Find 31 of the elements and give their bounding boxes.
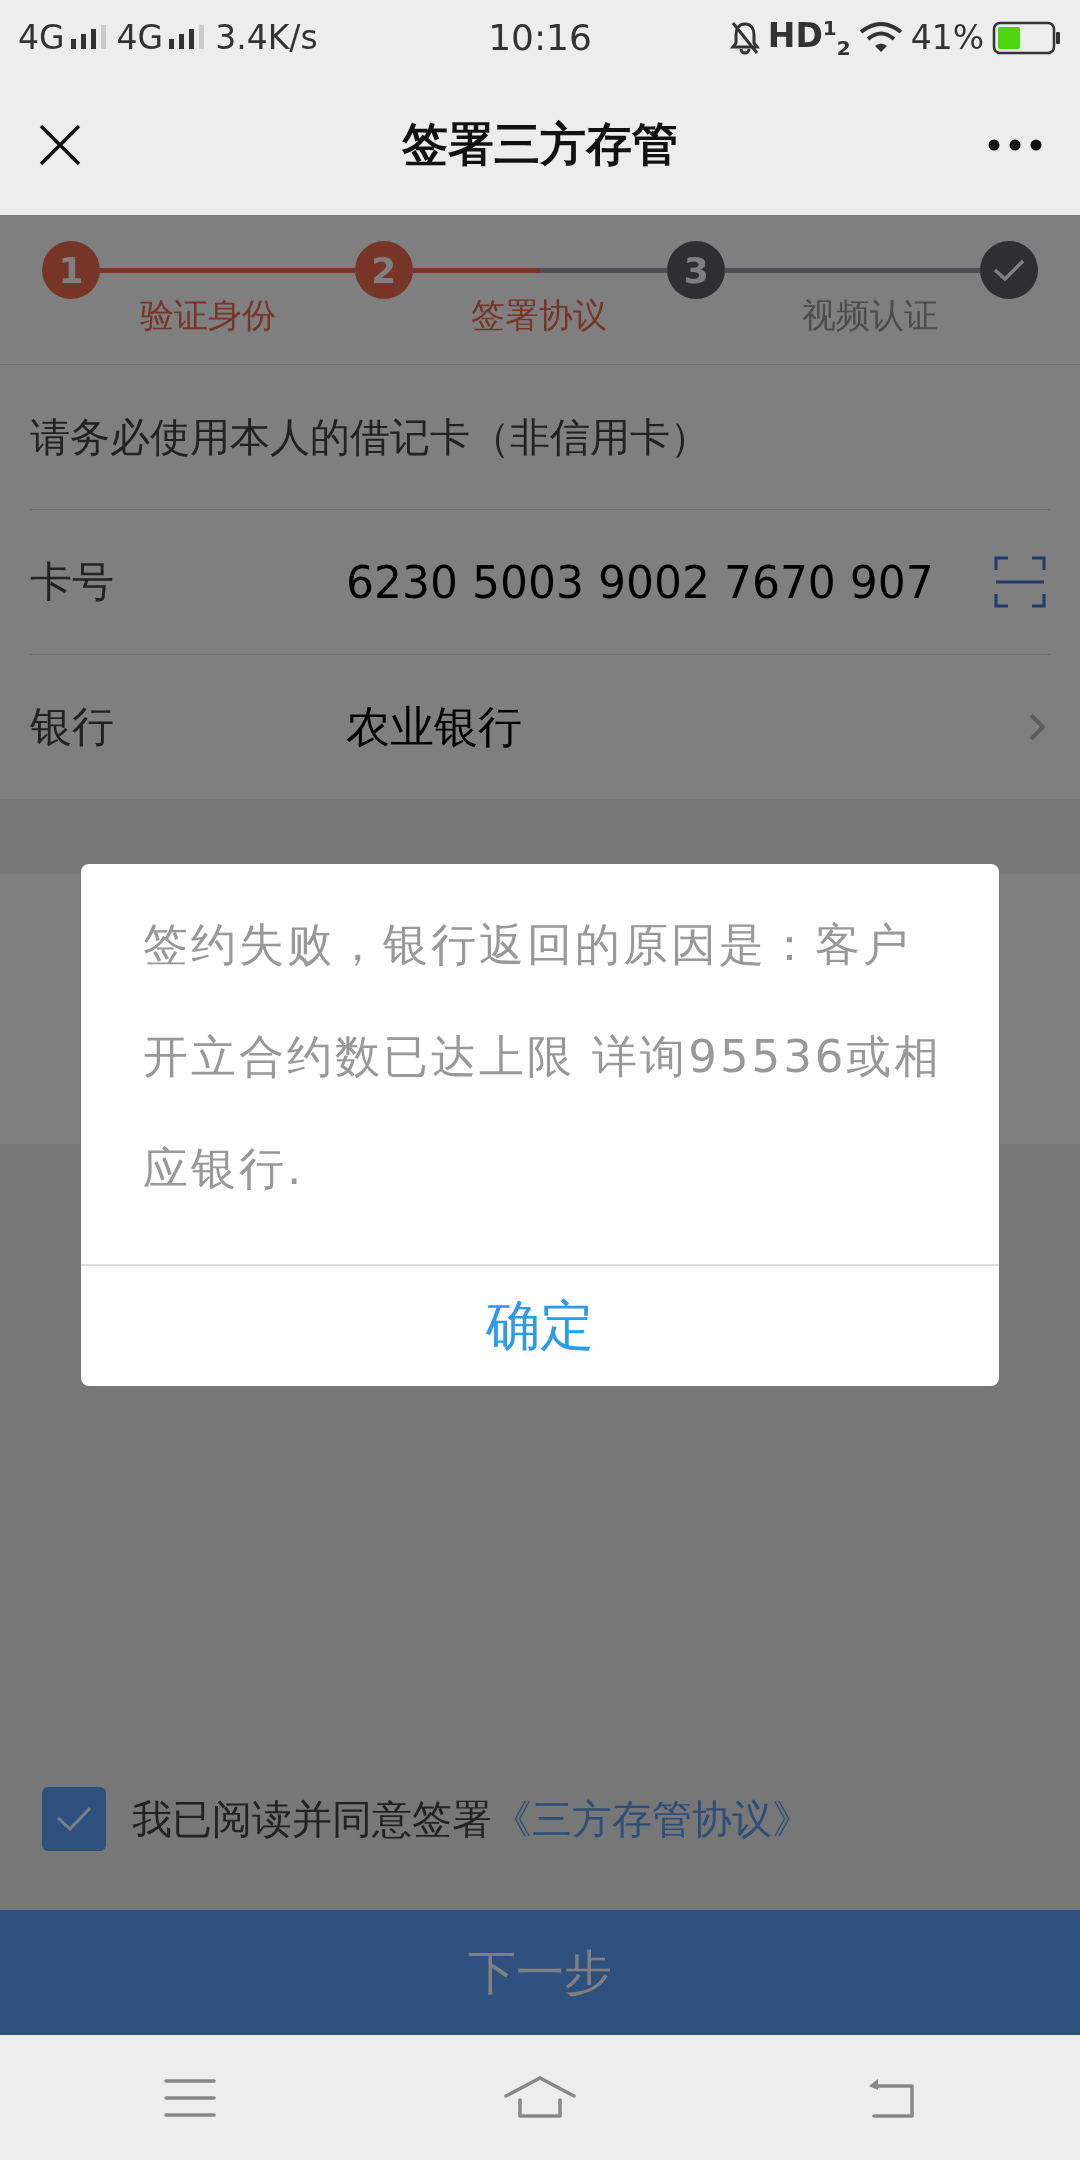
card-number-field[interactable]: 6230 5003 9002 7670 907: [346, 556, 994, 608]
step-label: 验证身份: [139, 294, 276, 337]
field-label: 银行: [30, 701, 115, 753]
notice-text: 请务必使用本人的借记卡（非信用卡）: [30, 365, 1050, 510]
network-speed: 3.4K/s: [215, 18, 318, 57]
battery-percent: 41%: [910, 18, 984, 57]
step-label: 签署协议: [470, 294, 607, 337]
page-title: 签署三方存管: [402, 116, 678, 173]
clock: 10:16: [488, 17, 592, 58]
chevron-right-icon[interactable]: [1028, 712, 1046, 742]
next-button[interactable]: 下一步: [0, 1910, 1080, 2035]
step-number: 1: [42, 241, 100, 299]
network-label: 4G: [18, 18, 65, 57]
more-icon[interactable]: [988, 139, 1042, 151]
battery-icon: [992, 20, 1062, 55]
agreement-link[interactable]: 《三方存管协议》: [492, 1791, 812, 1847]
dialog-message: 签约失败，银行返回的原因是：客户开立合约数已达上限 详询95536或相应银行.: [142, 917, 944, 1197]
menu-icon[interactable]: [164, 2077, 216, 2118]
step-number: 3: [667, 241, 726, 299]
agreement-text: 我已阅读并同意签署: [132, 1794, 492, 1844]
scan-icon[interactable]: [994, 556, 1046, 608]
checkbox[interactable]: [42, 1787, 106, 1851]
confirm-button[interactable]: 确定: [81, 1264, 999, 1386]
step-number: 2: [354, 241, 413, 299]
field-label: 卡号: [30, 556, 115, 608]
network-label: 4G: [116, 18, 164, 57]
close-icon[interactable]: [38, 123, 82, 167]
home-icon[interactable]: [504, 2075, 576, 2120]
wifi-icon: [858, 21, 903, 54]
bank-field[interactable]: 农业银行: [346, 697, 1028, 757]
bell-off-icon: [729, 20, 760, 55]
